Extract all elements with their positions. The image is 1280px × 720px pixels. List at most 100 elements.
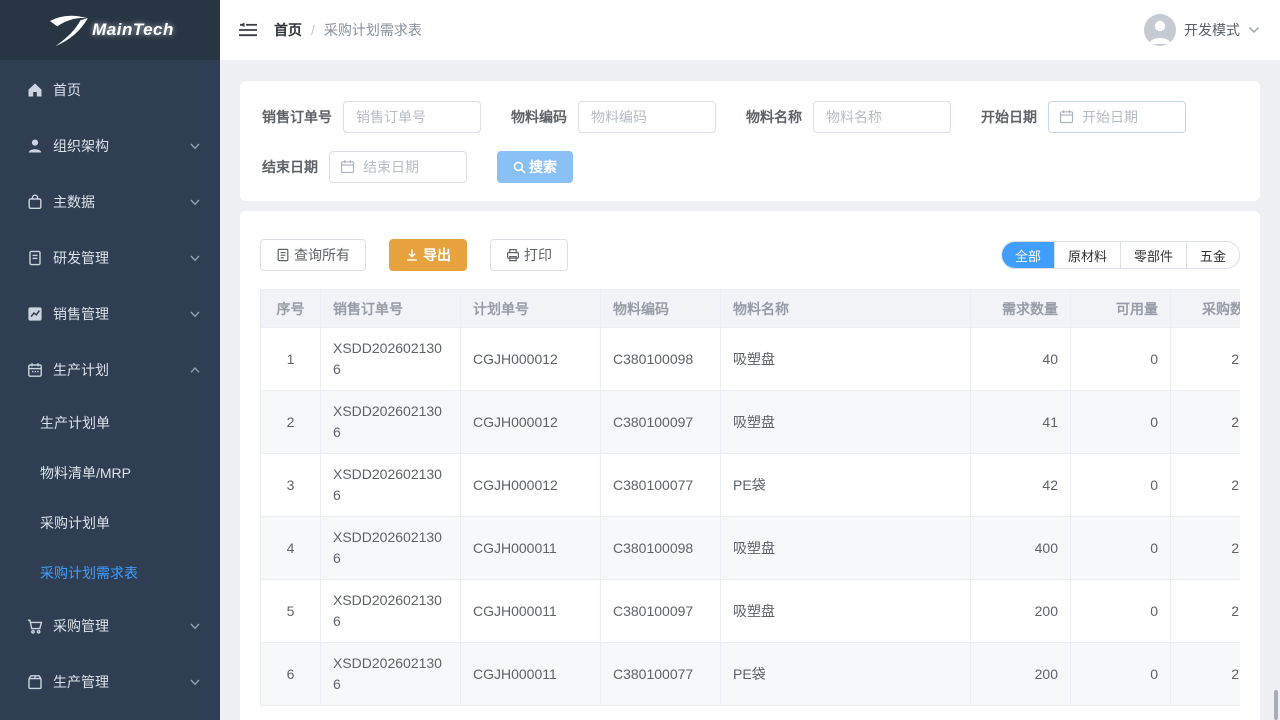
sidebar-menu: 首页 组织架构 主数据 研发管理: [0, 60, 220, 710]
cell-available-qty: 0: [1071, 328, 1171, 391]
cell-material-code: C380100077: [601, 643, 721, 706]
col-sales-order: 销售订单号: [321, 290, 461, 328]
sidebar-item-manufacturing[interactable]: 生产管理: [0, 654, 220, 710]
print-button[interactable]: 打印: [490, 239, 568, 271]
cell-purchase-qty: 2: [1171, 391, 1241, 454]
col-seq: 序号: [261, 290, 321, 328]
tab-raw-material[interactable]: 原材料: [1054, 242, 1120, 268]
sidebar-item-org[interactable]: 组织架构: [0, 118, 220, 174]
cart-icon: [26, 617, 44, 635]
sidebar-item-label: 首页: [53, 80, 81, 100]
sidebar-subitem-production-plan-order[interactable]: 生产计划单: [0, 398, 220, 448]
tab-parts[interactable]: 零部件: [1120, 242, 1186, 268]
sidebar-item-purchasing[interactable]: 采购管理: [0, 598, 220, 654]
cell-material-code: C380100097: [601, 580, 721, 643]
cell-plan-order: CGJH000011: [461, 517, 601, 580]
table-row[interactable]: 4 XSDD2026021306 CGJH000011 C380100098 吸…: [261, 517, 1241, 580]
sidebar-item-label: 销售管理: [53, 304, 109, 324]
printer-icon: [506, 248, 520, 262]
table-row[interactable]: 2 XSDD2026021306 CGJH000012 C380100097 吸…: [261, 391, 1241, 454]
chevron-down-icon[interactable]: [1248, 26, 1260, 34]
sidebar-subitem-bom-mrp[interactable]: 物料清单/MRP: [0, 448, 220, 498]
query-all-button[interactable]: 查询所有: [260, 239, 366, 271]
cell-available-qty: 0: [1071, 643, 1171, 706]
table-row[interactable]: 3 XSDD2026021306 CGJH000012 C380100077 P…: [261, 454, 1241, 517]
cell-material-code: C380100097: [601, 391, 721, 454]
sidebar-item-label: 组织架构: [53, 136, 109, 156]
cell-purchase-qty: 2: [1171, 454, 1241, 517]
col-plan-order: 计划单号: [461, 290, 601, 328]
data-table: 序号 销售订单号 计划单号 物料编码 物料名称 需求数量 可用量 采购数量 1 …: [260, 289, 1240, 706]
query-all-label: 查询所有: [294, 245, 350, 265]
material-code-input[interactable]: [578, 101, 716, 133]
field-label: 销售订单号: [262, 107, 332, 127]
field-label: 物料名称: [746, 107, 802, 127]
logo-swoosh-icon: [46, 12, 90, 48]
col-available-qty: 可用量: [1071, 290, 1171, 328]
submenu-label: 采购计划单: [40, 513, 110, 533]
cell-material-code: C380100098: [601, 328, 721, 391]
sidebar-subitem-purchase-plan-order[interactable]: 采购计划单: [0, 498, 220, 548]
sidebar-item-label: 生产计划: [53, 360, 109, 380]
export-button[interactable]: 导出: [389, 239, 467, 271]
data-table-wrapper[interactable]: 序号 销售订单号 计划单号 物料编码 物料名称 需求数量 可用量 采购数量 1 …: [260, 289, 1240, 706]
search-button[interactable]: 搜索: [497, 151, 573, 183]
search-button-label: 搜索: [529, 157, 557, 177]
cell-seq: 3: [261, 454, 321, 517]
vertical-scrollbar[interactable]: [1274, 690, 1278, 720]
tab-all[interactable]: 全部: [1002, 242, 1054, 268]
chevron-down-icon: [190, 255, 200, 262]
end-date-input[interactable]: [329, 151, 467, 183]
cell-seq: 4: [261, 517, 321, 580]
start-date-input[interactable]: [1048, 101, 1186, 133]
export-label: 导出: [423, 245, 451, 265]
col-purchase-qty: 采购数量: [1171, 290, 1241, 328]
tab-label: 五金: [1200, 246, 1226, 265]
sidebar-item-label: 研发管理: [53, 248, 109, 268]
cell-sales-order: XSDD2026021306: [321, 454, 461, 517]
bag-icon: [26, 193, 44, 211]
user-menu[interactable]: 开发模式: [1144, 14, 1260, 46]
material-name-input[interactable]: [813, 101, 951, 133]
sales-order-input[interactable]: [343, 101, 481, 133]
table-row[interactable]: 1 XSDD2026021306 CGJH000012 C380100098 吸…: [261, 328, 1241, 391]
sidebar-subitem-purchase-plan-demand[interactable]: 采购计划需求表: [0, 548, 220, 598]
filter-start-date: 开始日期: [981, 101, 1186, 133]
sidebar-item-masterdata[interactable]: 主数据: [0, 174, 220, 230]
logo-text: MainTech: [92, 20, 174, 40]
cell-material-name: 吸塑盘: [721, 517, 971, 580]
breadcrumb-home[interactable]: 首页: [274, 20, 302, 40]
sidebar-item-label: 采购管理: [53, 616, 109, 636]
cell-plan-order: CGJH000012: [461, 328, 601, 391]
cell-purchase-qty: 2: [1171, 580, 1241, 643]
tab-hardware[interactable]: 五金: [1186, 242, 1239, 268]
filter-panel: 销售订单号 物料编码 物料名称 开始日期: [240, 81, 1260, 201]
collapse-sidebar-icon[interactable]: [238, 22, 258, 38]
sidebar: MainTech 首页 组织架构 主数据: [0, 0, 220, 720]
sidebar-item-production-plan[interactable]: 生产计划: [0, 342, 220, 398]
sidebar-item-sales[interactable]: 销售管理: [0, 286, 220, 342]
cell-demand-qty: 40: [971, 328, 1071, 391]
table-toolbar: 查询所有 导出 打印 全部 原材料 零部件 五金: [260, 239, 1240, 271]
tab-label: 原材料: [1068, 246, 1107, 265]
breadcrumb-current: 采购计划需求表: [324, 20, 422, 40]
tab-label: 零部件: [1134, 246, 1173, 265]
cell-sales-order: XSDD2026021306: [321, 391, 461, 454]
table-row[interactable]: 5 XSDD2026021306 CGJH000011 C380100097 吸…: [261, 580, 1241, 643]
table-row[interactable]: 6 XSDD2026021306 CGJH000011 C380100077 P…: [261, 643, 1241, 706]
sidebar-item-rnd[interactable]: 研发管理: [0, 230, 220, 286]
field-label: 物料编码: [511, 107, 567, 127]
document-icon: [26, 249, 44, 267]
field-label: 结束日期: [262, 157, 318, 177]
cell-sales-order: XSDD2026021306: [321, 517, 461, 580]
cell-demand-qty: 200: [971, 643, 1071, 706]
avatar: [1144, 14, 1176, 46]
print-label: 打印: [524, 245, 552, 265]
cell-material-name: PE袋: [721, 454, 971, 517]
sidebar-item-label: 主数据: [53, 192, 95, 212]
cell-material-name: PE袋: [721, 643, 971, 706]
submenu-label: 采购计划需求表: [40, 563, 138, 583]
cell-purchase-qty: 2: [1171, 643, 1241, 706]
sidebar-item-home[interactable]: 首页: [0, 62, 220, 118]
tab-label: 全部: [1015, 246, 1041, 265]
